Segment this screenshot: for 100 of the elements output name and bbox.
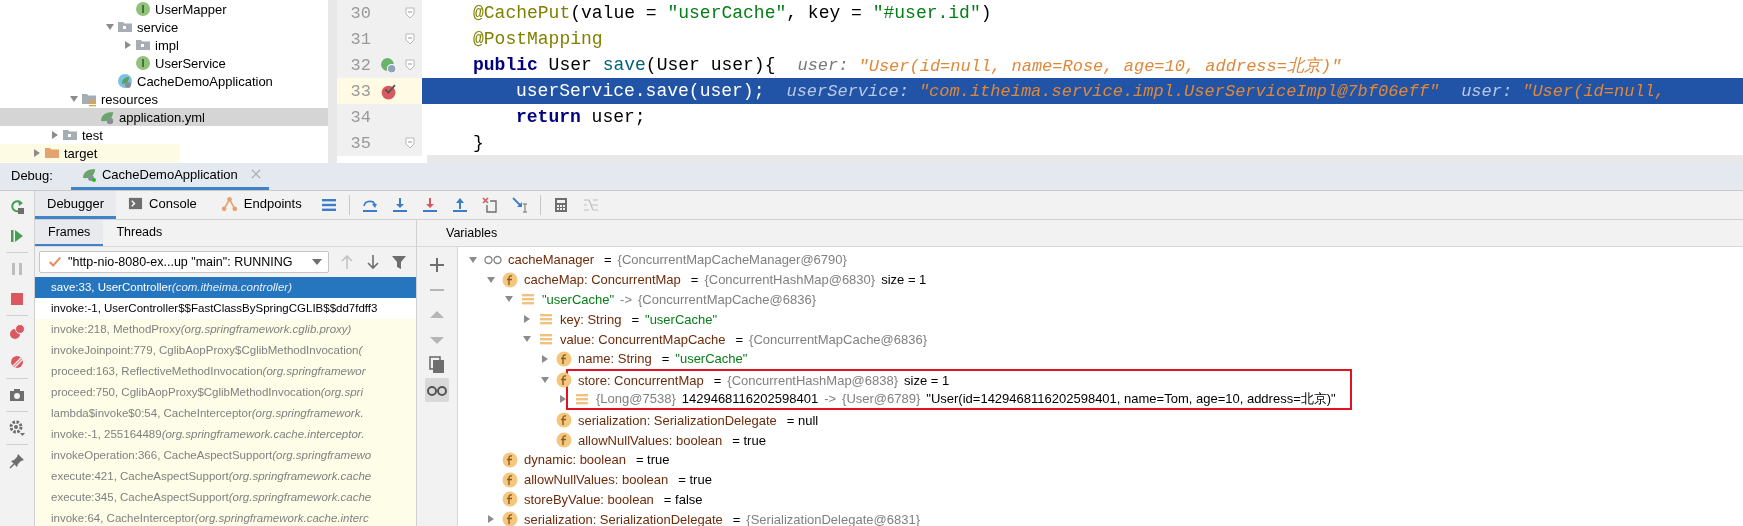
debugger-tab[interactable]: Console [116, 191, 209, 219]
debugger-tab[interactable]: Endpoints [208, 191, 314, 219]
variable-value: {ConcurrentMapCache@6836} [749, 331, 928, 347]
close-icon[interactable] [250, 169, 261, 179]
endpoints-icon [220, 195, 238, 212]
breakpoints-icon[interactable] [9, 324, 25, 340]
settings-icon[interactable] [9, 420, 25, 436]
field-icon [556, 412, 572, 429]
variable-value: "User(id=1429468116202598401, name=Tom, age=10, address=北京)" [926, 389, 1336, 408]
expand-arrow-icon[interactable] [105, 22, 115, 32]
variable-value: -> [620, 292, 633, 307]
panel-tab[interactable]: Frames [35, 220, 104, 246]
variable-value: = [713, 372, 722, 388]
variable-value: = [661, 351, 670, 367]
debug-label: Debug: [10, 168, 54, 185]
stop-icon[interactable] [9, 291, 25, 307]
web-endpoint-icon[interactable] [379, 56, 397, 74]
thread-dropdown[interactable]: "http-nio-8080-ex...up "main": RUNNING [39, 251, 329, 273]
code-line: @CachePut(value = "userCache", key = "#user.id") [472, 2, 993, 25]
menu-icon[interactable] [320, 197, 337, 213]
pin-icon[interactable] [9, 453, 25, 469]
variable-row[interactable]: "userCache" -> {ConcurrentMapCache@6836} [458, 289, 1743, 310]
variable-value: = false [663, 491, 703, 507]
variable-row[interactable]: name: String = "userCache" [458, 349, 1743, 369]
expand-arrow-icon[interactable] [522, 314, 532, 325]
variable-row[interactable]: storeByValue: boolean = false [458, 489, 1743, 510]
expand-arrow-icon[interactable] [32, 148, 42, 158]
tree-item[interactable]: application.yml [0, 108, 328, 126]
variable-row[interactable]: {Long@7538} 1429468116202598401 -> {User@6789} "User(id=1429468116202598401, name=Tom, age=10, address=北京)" [458, 389, 1336, 409]
glasses-icon[interactable] [425, 378, 449, 402]
filter-icon[interactable] [391, 254, 407, 270]
expand-arrow-icon[interactable] [123, 40, 133, 50]
line-number: 30 [349, 3, 371, 23]
calculator-icon[interactable] [552, 197, 569, 213]
run-to-cursor-icon[interactable] [511, 197, 528, 213]
panel-tab[interactable]: Threads [103, 220, 176, 246]
rerun-icon[interactable] [9, 198, 25, 214]
tree-item[interactable]: target [0, 144, 180, 162]
fold-marker-icon[interactable] [405, 137, 415, 149]
spring-app-icon [117, 73, 133, 89]
expand-arrow-icon[interactable] [50, 130, 60, 140]
tree-item[interactable]: impl [0, 36, 328, 54]
step-out-icon[interactable] [451, 197, 468, 213]
step-into-icon[interactable] [391, 197, 408, 213]
variable-value: "userCache" [675, 351, 748, 367]
tree-item[interactable]: test [0, 126, 328, 144]
expand-arrow-icon[interactable] [468, 254, 478, 265]
variable-row[interactable]: cacheManager = {ConcurrentMapCacheManager@6790} [458, 250, 1743, 270]
mute-breakpoints-icon[interactable] [9, 354, 25, 370]
expand-arrow-icon[interactable] [558, 393, 568, 404]
variable-value: {ConcurrentHashMap@6838} [727, 372, 899, 388]
variable-name: serialization: SerializationDelegate [578, 412, 777, 428]
variable-row[interactable]: key: String = "userCache" [458, 309, 1743, 330]
variable-name: allowNullValues: boolean [524, 472, 669, 488]
variable-value: = [732, 511, 741, 526]
debugger-tab[interactable]: Debugger [35, 191, 117, 219]
line-number: 33 [349, 81, 371, 101]
variable-row[interactable]: value: ConcurrentMapCache = {ConcurrentMapCache@6836} [458, 329, 1743, 349]
variable-row[interactable]: store: ConcurrentMap = {ConcurrentHashMap@6838} size = 1 [458, 370, 1336, 390]
variable-value: {User@6789} [842, 391, 921, 407]
tree-item[interactable]: resources [0, 90, 328, 108]
tree-item[interactable]: UserService [0, 54, 328, 72]
variable-value: {ConcurrentMapCacheManager@6790} [617, 252, 847, 268]
force-step-into-icon[interactable] [421, 197, 438, 213]
fold-marker-icon[interactable] [405, 33, 415, 45]
variable-row[interactable]: allowNullValues: boolean = true [458, 430, 1743, 450]
stack-frame[interactable]: invoke:-1, UserController$$FastClassBySpringCGLIB$$dd7fdff3 [35, 298, 416, 319]
expand-arrow-icon[interactable] [486, 274, 496, 285]
variable-row[interactable]: serialization: SerializationDelegate = null [458, 410, 1743, 431]
code-line: } [472, 132, 485, 155]
scrollbar[interactable] [427, 155, 1743, 163]
expand-arrow-icon[interactable] [486, 514, 496, 525]
variable-row[interactable]: allowNullValues: boolean = true [458, 469, 1743, 490]
camera-icon[interactable] [9, 387, 25, 403]
spring-config-icon [99, 109, 115, 125]
down-arrow-icon[interactable] [365, 254, 381, 270]
fold-marker-icon[interactable] [405, 7, 415, 19]
variable-row[interactable]: cacheMap: ConcurrentMap = {ConcurrentHashMap@6830} size = 1 [458, 269, 1743, 290]
variable-name: serialization: SerializationDelegate [524, 511, 723, 526]
stack-frame[interactable]: save:33, UserController(com.itheima.controller) [35, 277, 416, 298]
expand-arrow-icon[interactable] [69, 94, 79, 104]
interface-icon [135, 1, 151, 17]
variable-value: "userCache" [645, 311, 718, 327]
resume-icon[interactable] [9, 228, 25, 244]
variable-name: cacheManager [508, 252, 594, 268]
breakpoint-icon[interactable] [379, 82, 397, 100]
tree-item[interactable]: UserMapper [0, 0, 328, 18]
resources-folder-icon [81, 91, 97, 107]
variable-row[interactable]: serialization: SerializationDelegate = {SerializationDelegate@6831} [458, 509, 1743, 526]
tree-item[interactable]: service [0, 18, 328, 36]
folder-icon [62, 127, 78, 143]
variable-value: = [631, 311, 639, 327]
tree-item[interactable]: CacheDemoApplication [0, 72, 328, 90]
variable-row[interactable]: dynamic: boolean = true [458, 449, 1743, 470]
fold-marker-icon[interactable] [405, 59, 415, 71]
drop-frame-icon[interactable] [481, 197, 498, 213]
expand-arrow-icon[interactable] [540, 353, 550, 364]
scrollbar[interactable] [328, 0, 337, 163]
line-number: 32 [349, 55, 371, 75]
variable-value: 1429468116202598401 [681, 391, 819, 407]
